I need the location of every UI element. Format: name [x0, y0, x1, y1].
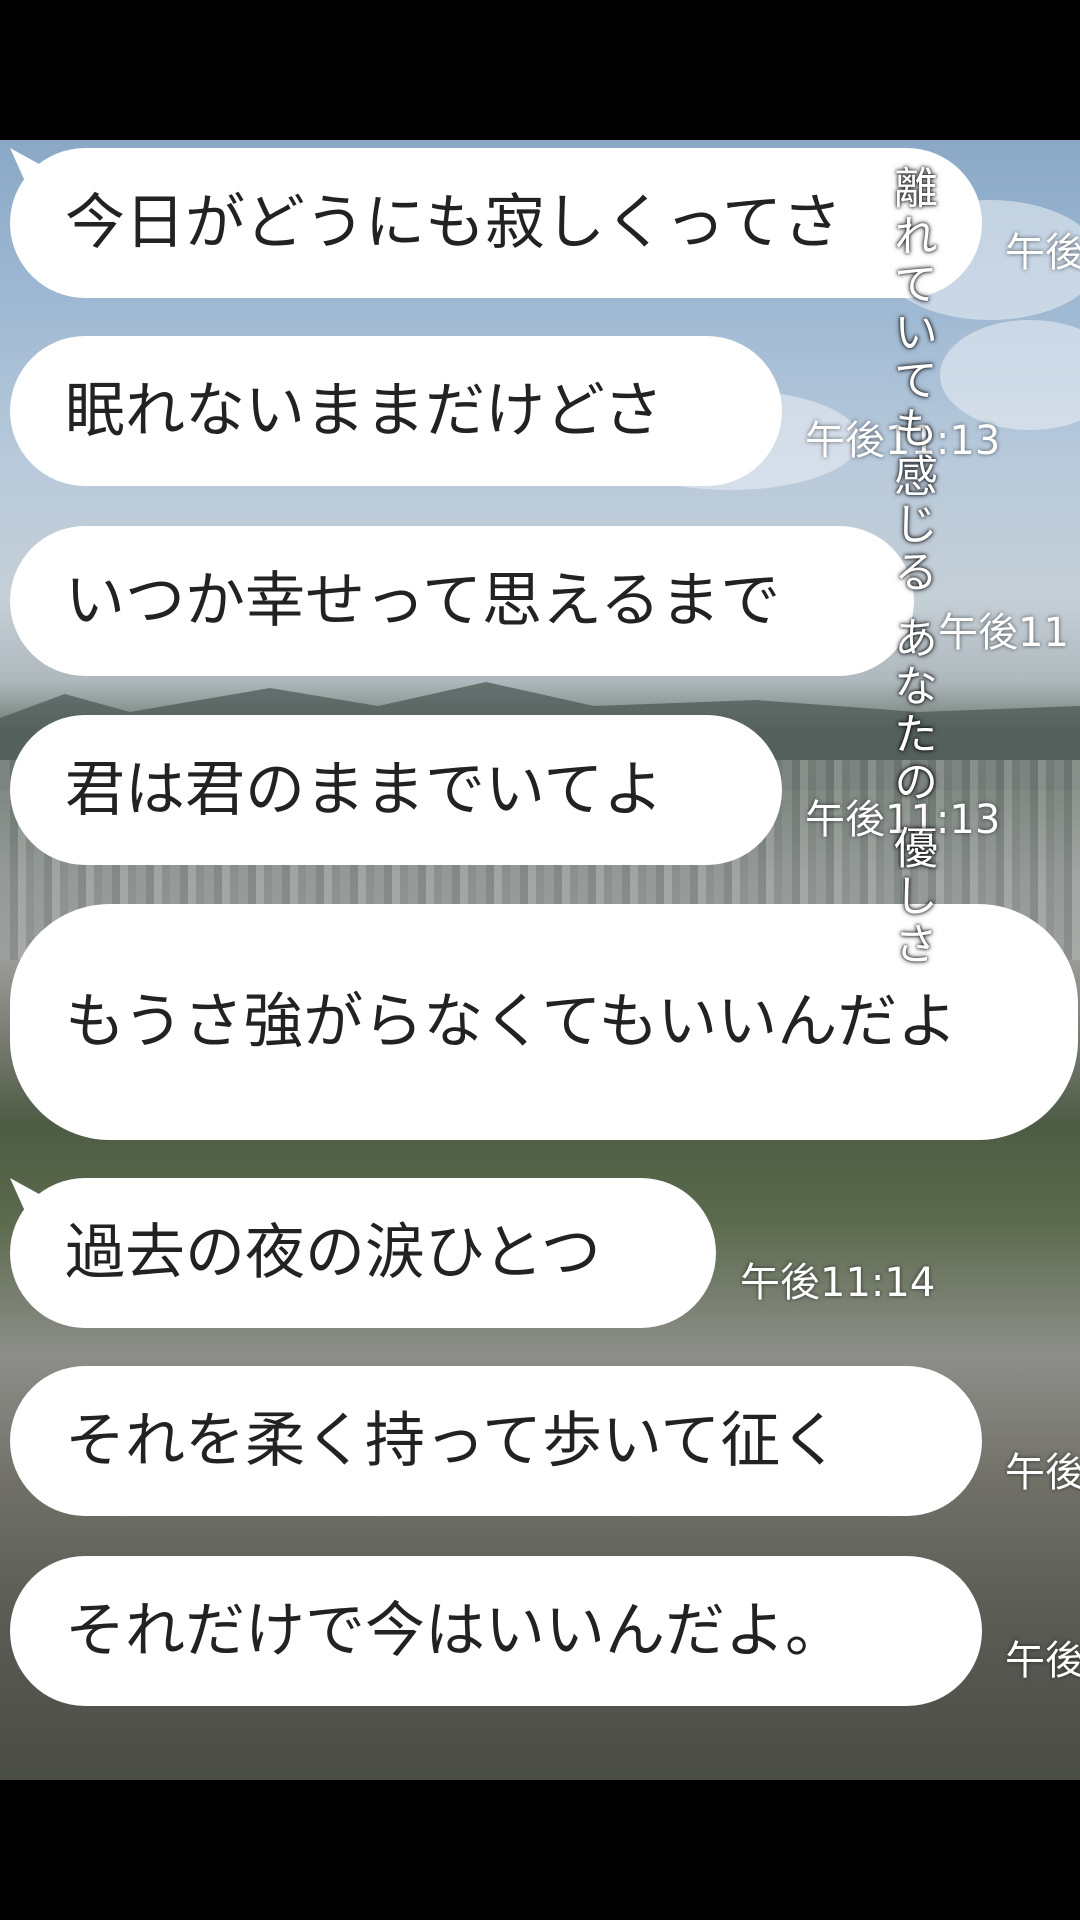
- message-text: 過去の夜の涙ひとつ: [65, 1218, 601, 1288]
- chat-bubble[interactable]: 今日がどうにも寂しくってさ: [10, 148, 982, 298]
- message-timestamp: 午後11:14: [740, 1260, 936, 1306]
- message-timestamp: 午後11: [938, 610, 1069, 656]
- chat-bubble[interactable]: それだけで今はいいんだよ。: [10, 1556, 982, 1706]
- chat-bubble[interactable]: いつか幸せって思えるまで: [10, 526, 914, 676]
- message-text: もうさ強がらなくてもいいんだよ: [65, 987, 958, 1057]
- message-text: それだけで今はいいんだよ。: [65, 1596, 845, 1666]
- message-text: それを柔く持って歩いて征く: [65, 1406, 841, 1476]
- chat-bubble[interactable]: 君は君のままでいてよ: [10, 715, 782, 865]
- message-timestamp: 午後: [1005, 1638, 1080, 1684]
- chat-bubble[interactable]: 過去の夜の涙ひとつ: [10, 1178, 716, 1328]
- message-text: 君は君のままでいてよ: [65, 755, 664, 825]
- message-timestamp: 午後: [1005, 1450, 1080, 1496]
- cloud: [940, 320, 1080, 430]
- chat-bubble[interactable]: 眠れないままだけどさ: [10, 336, 782, 486]
- message-text: 今日がどうにも寂しくってさ: [65, 188, 842, 258]
- message-text: いつか幸せって思えるまで: [65, 566, 781, 636]
- chat-bubble[interactable]: それを柔く持って歩いて征く: [10, 1366, 982, 1516]
- lyric-overlay: 離れていても感じる あなたの 優しさ: [886, 165, 937, 969]
- message-timestamp: 午後: [1005, 230, 1080, 276]
- message-text: 眠れないままだけどさ: [65, 376, 664, 446]
